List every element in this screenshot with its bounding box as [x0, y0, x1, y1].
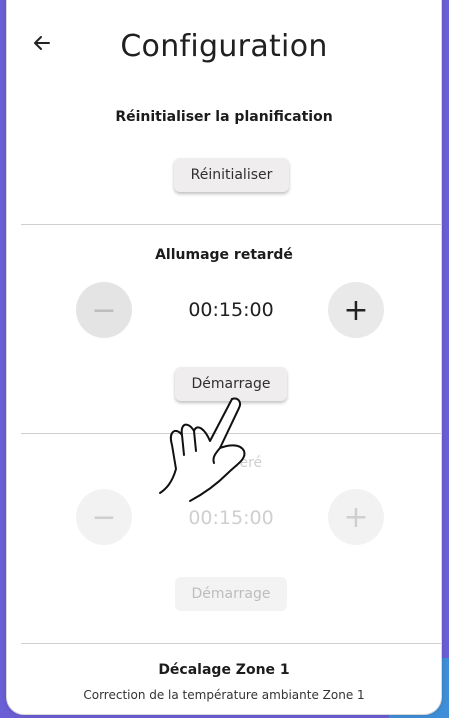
minus-icon: − [91, 499, 117, 535]
delay-time-value: 00:15:00 [188, 299, 274, 321]
settings-sheet: Configuration Réinitialiser la planifica… [6, 0, 442, 715]
increment-button-disabled[interactable]: + [328, 489, 384, 545]
plus-icon: + [343, 499, 369, 535]
divider [21, 224, 441, 225]
header: Configuration [7, 1, 441, 81]
reset-button[interactable]: Réinitialiser [174, 158, 289, 192]
start-button[interactable]: Démarrage [175, 367, 287, 401]
minus-icon: − [91, 292, 117, 328]
increment-button[interactable]: + [328, 282, 384, 338]
start-button-disabled[interactable]: Démarrage [175, 577, 287, 611]
offset-section-title: Décalage Zone 1 [158, 662, 290, 678]
divider [21, 433, 441, 434]
reset-section-title: Réinitialiser la planification [115, 109, 333, 125]
page-title: Configuration [120, 29, 328, 64]
decrement-button-disabled[interactable]: − [76, 489, 132, 545]
delay-time-value-disabled: 00:15:00 [188, 507, 274, 529]
divider [21, 643, 441, 644]
delayed-start-title: Allumage retardé [155, 247, 293, 263]
plus-icon: + [343, 292, 369, 328]
delayed-section-title: …fféré [215, 455, 263, 471]
offset-section-subtitle: Correction de la température ambiante Zo… [83, 688, 365, 702]
decrement-button[interactable]: − [76, 282, 132, 338]
